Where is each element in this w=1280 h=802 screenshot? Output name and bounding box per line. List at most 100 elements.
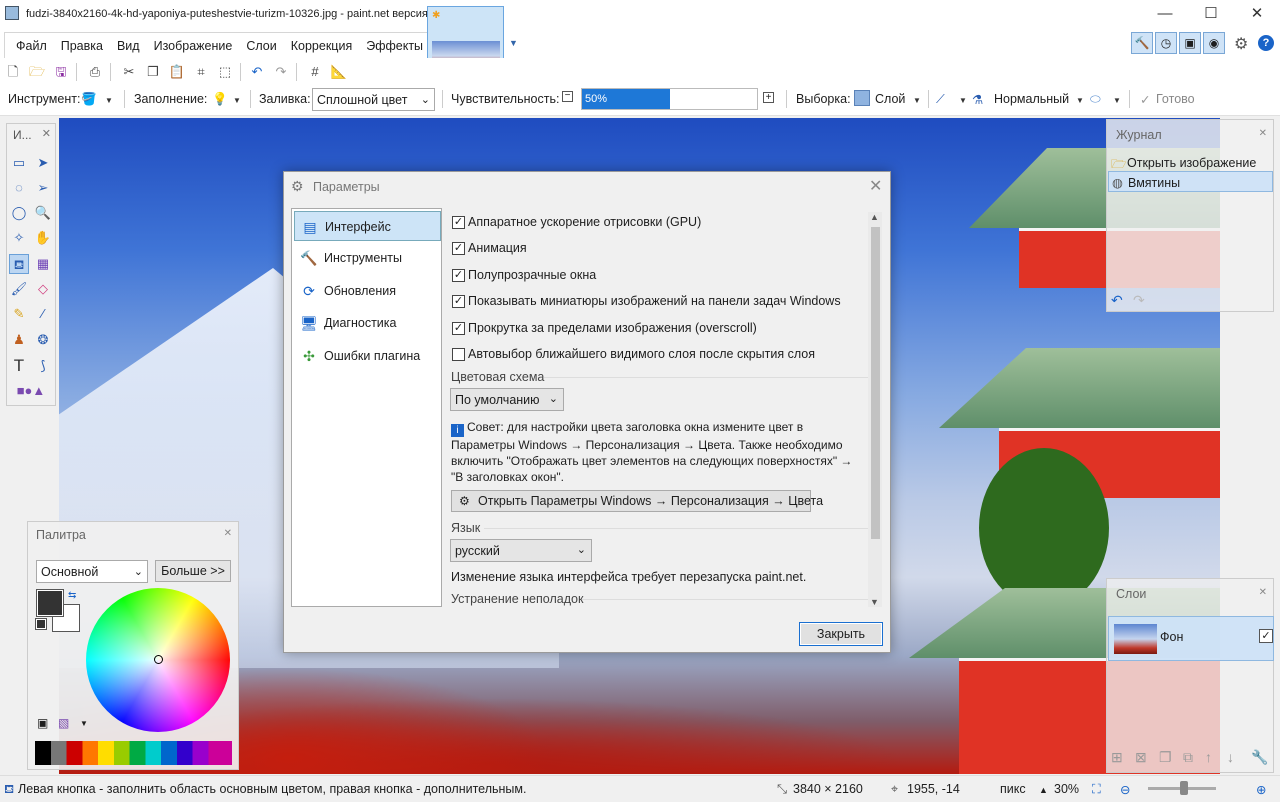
antialias-icon[interactable]: ⟋ (936, 92, 945, 107)
deselect-icon[interactable]: ⬚ (214, 61, 236, 83)
undo-icon[interactable]: ↶ (246, 61, 268, 83)
save-icon[interactable]: 🖫 (50, 61, 72, 83)
move-layer-up-icon[interactable]: ↑ (1205, 749, 1212, 765)
zoom-fit-icon[interactable]: ⛶ (1092, 782, 1101, 797)
crop-icon[interactable]: ⌗ (190, 61, 212, 83)
close-icon[interactable]: ✕ (42, 127, 51, 140)
auto-select-layer-checkbox[interactable]: Автовыбор ближайшего видимого слоя после… (450, 347, 815, 361)
duplicate-layer-icon[interactable]: ❐ (1159, 749, 1172, 766)
pencil-icon[interactable]: ✎ (9, 304, 29, 324)
swap-colors-icon[interactable]: ⇆ (68, 590, 76, 601)
merge-layer-icon[interactable]: ⧉ (1183, 749, 1193, 766)
menu-file[interactable]: Файл (9, 33, 54, 58)
ellipse-select-icon[interactable]: ◯ (9, 203, 29, 223)
print-icon[interactable]: ⎙ (84, 61, 106, 83)
gpu-acceleration-checkbox[interactable]: ✓ Аппаратное ускорение отрисовки (GPU) (450, 215, 701, 229)
checkmark-icon[interactable]: ✓ (1140, 92, 1150, 107)
menu-view[interactable]: Вид (110, 33, 147, 58)
menu-image[interactable]: Изображение (147, 33, 240, 58)
color-swatches[interactable] (35, 741, 232, 765)
decrease-icon[interactable]: − (562, 91, 573, 102)
menu-effects[interactable]: Эффекты (359, 33, 430, 58)
menu-edit[interactable]: Правка (54, 33, 110, 58)
color-scheme-select[interactable]: По умолчанию ⌄ (450, 388, 564, 411)
history-item-selected[interactable]: ◍ Вмятины (1108, 171, 1273, 192)
minimize-button[interactable]: — (1142, 0, 1188, 28)
copy-icon[interactable]: ❐ (142, 61, 164, 83)
menu-layers[interactable]: Слои (239, 33, 283, 58)
nav-tools[interactable]: 🔨 Инструменты (294, 243, 441, 273)
zoom-icon[interactable]: 🔍 (33, 203, 53, 223)
primary-color[interactable] (37, 590, 63, 616)
palette-menu-icon[interactable]: ▣ (37, 716, 48, 730)
paint-bucket-icon[interactable]: ⛾ (9, 254, 29, 274)
color-wheel-marker[interactable] (154, 655, 163, 664)
chevron-down-icon[interactable]: ▼ (959, 96, 967, 105)
blend-mode-icon[interactable]: ⚗ (972, 92, 983, 107)
close-icon[interactable]: ✕ (1259, 587, 1267, 598)
checkbox-checked[interactable]: ✓ (452, 269, 465, 282)
paste-icon[interactable]: 📋 (166, 61, 188, 83)
chevron-down-icon[interactable]: ▼ (1113, 96, 1121, 105)
delete-layer-icon[interactable]: ⊠ (1135, 749, 1147, 766)
checkbox-checked[interactable]: ✓ (452, 295, 465, 308)
increase-icon[interactable]: + (763, 92, 774, 103)
close-icon[interactable]: ✕ (869, 176, 882, 196)
move-selection-icon[interactable]: ➢ (33, 178, 53, 198)
color-picker-icon[interactable]: ⁄ (33, 304, 53, 324)
chevron-down-icon[interactable]: ▼ (233, 96, 241, 105)
new-file-icon[interactable]: 🗋 (2, 61, 24, 83)
layer-properties-icon[interactable]: 🔧 (1251, 749, 1268, 766)
hammer-icon[interactable]: 🔨 (1131, 32, 1153, 54)
layer-visibility-checkbox[interactable]: ✓ (1259, 629, 1273, 643)
recolor-icon[interactable]: ❂ (33, 330, 53, 350)
open-windows-settings-button[interactable]: ⚙ Открыть Параметры Windows → Персонализ… (451, 490, 823, 512)
bulb-icon[interactable]: 💡 (212, 92, 228, 107)
taskbar-thumbnails-checkbox[interactable]: ✓ Показывать миниатюры изображений на па… (450, 294, 841, 308)
lasso-select-icon[interactable]: ◌ (9, 178, 29, 198)
selection-mode-icon[interactable]: ⬭ (1090, 92, 1101, 107)
line-curve-icon[interactable]: ⟆ (33, 356, 53, 376)
text-icon[interactable]: T (9, 356, 29, 376)
nav-interface[interactable]: ▤ Интерфейс (294, 211, 441, 241)
checkbox-checked[interactable]: ✓ (452, 322, 465, 335)
chevron-down-icon[interactable]: ▼ (1076, 96, 1084, 105)
zoom-slider-thumb[interactable] (1180, 781, 1188, 795)
more-button[interactable]: Больше >> (155, 560, 231, 582)
chevron-up-icon[interactable]: ▲ (1039, 785, 1048, 795)
history-item[interactable]: 🗁 Открыть изображение (1108, 152, 1273, 173)
reset-colors-icon[interactable] (36, 619, 46, 629)
maximize-button[interactable]: ☐ (1188, 0, 1234, 28)
scrollbar-thumb[interactable] (871, 227, 880, 539)
clone-stamp-icon[interactable]: ♟ (9, 330, 29, 350)
chevron-down-icon[interactable]: ▼ (870, 597, 879, 607)
nav-updates[interactable]: ⟳ Обновления (294, 276, 441, 306)
close-icon[interactable]: ✕ (224, 528, 232, 539)
clock-icon[interactable]: ◷ (1155, 32, 1177, 54)
redo-icon[interactable]: ↷ (270, 61, 292, 83)
zoom-in-icon[interactable]: ⊕ (1256, 782, 1266, 797)
palette-color-select[interactable]: Основной ⌄ (36, 560, 148, 583)
animation-checkbox[interactable]: ✓ Анимация (450, 241, 527, 255)
add-layer-icon[interactable]: ⊞ (1111, 749, 1123, 766)
overscroll-checkbox[interactable]: ✓ Прокрутка за пределами изображения (ov… (450, 321, 757, 335)
rectangle-select-icon[interactable]: ▭ (9, 153, 29, 173)
move-layer-down-icon[interactable]: ↓ (1227, 749, 1234, 765)
shapes-icon[interactable]: ■●▲ (9, 381, 53, 401)
chevron-down-icon[interactable]: ▼ (509, 38, 518, 48)
chevron-down-icon[interactable]: ▼ (913, 96, 921, 105)
cut-icon[interactable]: ✂ (118, 61, 140, 83)
menu-adjustments[interactable]: Коррекция (284, 33, 359, 58)
eraser-icon[interactable]: ◇ (33, 279, 53, 299)
paint-bucket-icon[interactable]: 🪣 (81, 92, 97, 107)
chevron-down-icon[interactable]: ▼ (80, 719, 88, 728)
chevron-down-icon[interactable]: ▼ (105, 96, 113, 105)
pan-icon[interactable]: ✋ (33, 228, 53, 248)
close-icon[interactable]: ✕ (1259, 128, 1267, 139)
fill-mode-select[interactable]: Сплошной цвет ⌄ (312, 88, 435, 111)
translucent-windows-checkbox[interactable]: ✓ Полупрозрачные окна (450, 268, 596, 282)
units-select[interactable]: пикс (1000, 782, 1026, 796)
palette-picker-icon[interactable]: ▧ (58, 716, 69, 730)
gear-icon[interactable]: ⚙ (1234, 34, 1248, 54)
open-folder-icon[interactable]: 🗁 (26, 61, 48, 83)
